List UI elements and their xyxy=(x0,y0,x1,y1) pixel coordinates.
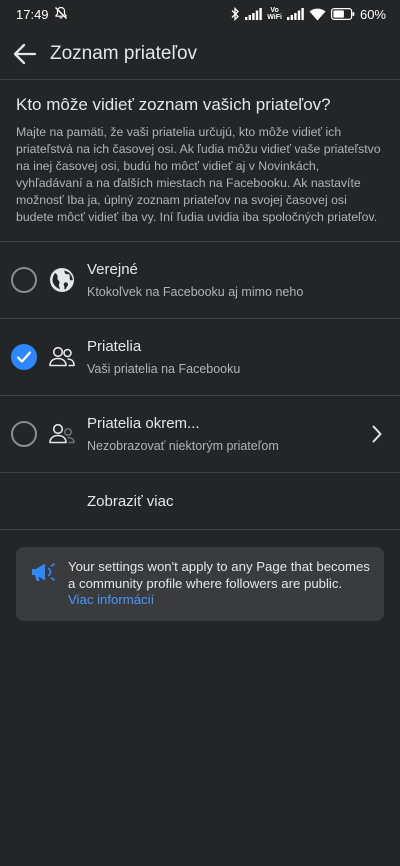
mute-icon xyxy=(54,6,68,23)
option-friends-subtitle: Vaši priatelia na Facebooku xyxy=(87,362,241,376)
option-public-subtitle: Ktokoľvek na Facebooku aj mimo neho xyxy=(87,285,304,299)
battery-percent: 60% xyxy=(359,6,386,22)
radio-button-public[interactable] xyxy=(11,267,37,293)
bluetooth-icon xyxy=(230,7,240,21)
signal-icon xyxy=(286,8,304,20)
wifi-icon xyxy=(309,8,326,21)
signal-icon xyxy=(245,8,263,20)
status-bar: 17:49 Vo WiFi 60% xyxy=(0,0,400,28)
vowifi-top: Vo xyxy=(270,7,279,14)
app-header: Zoznam priateľov xyxy=(0,28,400,80)
option-public[interactable]: Verejné Ktokoľvek na Facebooku aj mimo n… xyxy=(0,242,400,318)
back-button[interactable] xyxy=(12,41,38,67)
option-friends-except-title: Priatelia okrem... xyxy=(87,415,200,432)
radio-button-friends-except[interactable] xyxy=(11,421,37,447)
vowifi-label: Vo WiFi xyxy=(267,7,282,21)
divider xyxy=(0,529,400,530)
vowifi-bottom: WiFi xyxy=(267,14,282,21)
notice-text-block: Your settings won't apply to any Page th… xyxy=(68,559,370,609)
option-friends[interactable]: Priatelia Vaši priatelia na Facebooku xyxy=(0,319,400,395)
notice-message: Your settings won't apply to any Page th… xyxy=(68,559,370,591)
friends-except-icon xyxy=(47,419,77,449)
option-public-title: Verejné xyxy=(87,261,138,278)
arrow-left-icon xyxy=(13,43,37,64)
learn-more-link[interactable]: Viac informácií xyxy=(68,592,154,607)
info-notice-card: Your settings won't apply to any Page th… xyxy=(16,547,384,621)
friends-icon xyxy=(47,342,77,372)
radio-button-friends[interactable] xyxy=(11,344,37,370)
megaphone-icon xyxy=(30,559,58,609)
chevron-right-icon xyxy=(372,425,382,443)
globe-icon xyxy=(47,265,77,295)
checkmark-icon xyxy=(16,351,32,363)
status-time: 17:49 xyxy=(16,6,49,22)
battery-icon xyxy=(330,8,355,20)
intro-title: Kto môže vidieť zoznam vašich priateľov? xyxy=(16,95,331,114)
option-friends-except-subtitle: Nezobrazovať niektorým priateľom xyxy=(87,439,279,453)
intro-section: Kto môže vidieť zoznam vašich priateľov?… xyxy=(0,80,400,226)
option-friends-title: Priatelia xyxy=(87,338,142,355)
option-friends-except[interactable]: Priatelia okrem... Nezobrazovať niektorý… xyxy=(0,396,400,472)
page-title: Zoznam priateľov xyxy=(50,42,198,64)
intro-description: Majte na pamäti, že vaši priatelia určuj… xyxy=(16,125,381,224)
show-more-button[interactable]: Zobraziť viac xyxy=(0,473,400,529)
